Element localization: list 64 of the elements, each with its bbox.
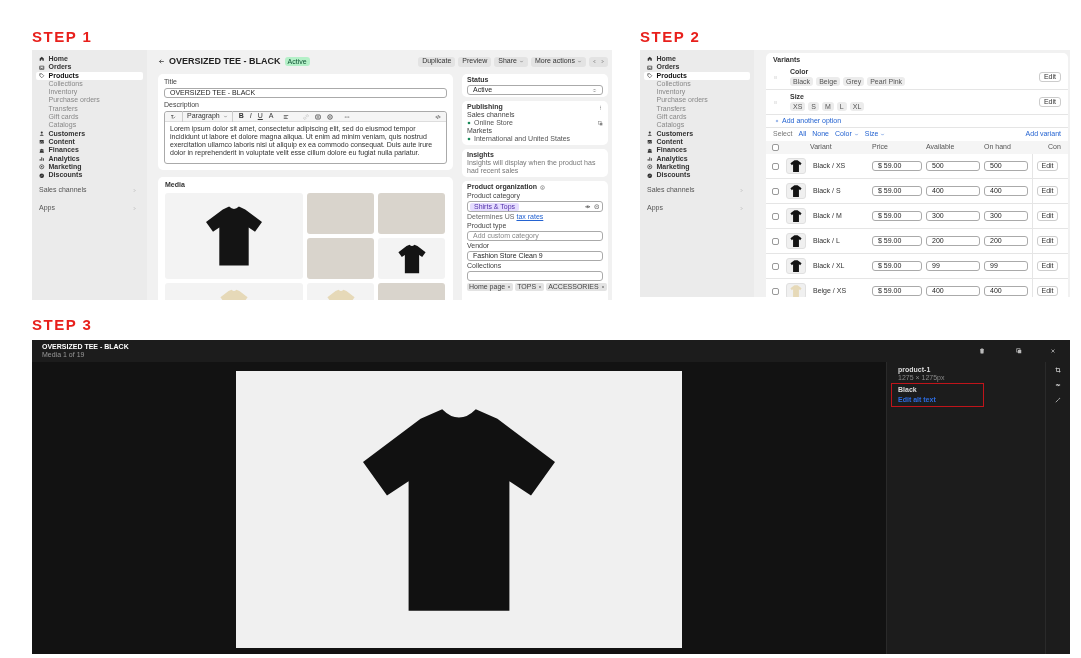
close-icon[interactable] [1050, 348, 1056, 354]
checkbox[interactable] [772, 144, 779, 151]
eye-icon[interactable] [585, 203, 591, 210]
status-dot-icon [467, 137, 471, 141]
step-heading: STEP 1 [32, 27, 93, 47]
code-icon[interactable] [435, 113, 441, 120]
checkbox[interactable] [772, 262, 779, 270]
badge-icon [647, 172, 653, 179]
chevron-down-icon [222, 114, 228, 119]
magic-wand-icon[interactable] [1055, 397, 1061, 403]
description-editor[interactable] [164, 111, 447, 164]
person-icon [647, 131, 653, 137]
text-style-icon[interactable] [170, 113, 176, 120]
checkbox[interactable] [772, 162, 779, 170]
video-icon[interactable] [327, 113, 334, 120]
house-icon [647, 56, 653, 62]
checkbox[interactable] [772, 237, 779, 245]
target-icon [39, 164, 45, 170]
info-icon[interactable] [540, 184, 545, 190]
crop-icon[interactable] [1055, 367, 1061, 373]
chevron-left-icon [592, 59, 597, 64]
step-heading: STEP 3 [32, 315, 93, 335]
checkbox[interactable] [772, 187, 779, 195]
checkbox[interactable] [772, 212, 779, 220]
chevron-down-icon [880, 132, 886, 137]
person-icon [39, 131, 45, 137]
bank-icon [39, 147, 45, 154]
align-icon[interactable] [283, 113, 290, 120]
tag-icon [647, 73, 653, 79]
bar-chart-icon [647, 155, 653, 162]
media-tile[interactable] [165, 193, 303, 279]
step-heading: STEP 2 [640, 27, 701, 47]
tag-icon [39, 73, 45, 79]
chevron-right-icon [600, 59, 605, 64]
hidden-eye-icon[interactable] [1055, 382, 1061, 388]
checkbox[interactable] [772, 287, 779, 295]
image-icon [647, 139, 653, 145]
status-dot-icon [467, 121, 471, 125]
chevron-right-icon [739, 205, 744, 211]
image-icon[interactable] [315, 113, 322, 120]
page-title: OVERSIZED TEE - BLACK [169, 54, 281, 68]
target-icon [647, 164, 653, 170]
badge-icon [39, 172, 45, 179]
tray-icon [39, 64, 45, 71]
plus-icon [775, 119, 779, 123]
select-arrows-icon [592, 87, 597, 93]
chevron-right-icon [739, 188, 744, 194]
trash-icon[interactable] [979, 348, 985, 354]
bank-icon [647, 147, 653, 154]
chevron-right-icon [132, 188, 137, 194]
image-icon [39, 139, 45, 145]
media-tile[interactable] [378, 238, 445, 279]
bar-chart-icon [39, 155, 45, 162]
chevron-right-icon [132, 205, 137, 211]
back-arrow-icon[interactable] [158, 58, 165, 65]
collections-field[interactable] [467, 271, 603, 281]
copy-icon[interactable] [1016, 348, 1022, 354]
house-icon [39, 56, 45, 62]
chevron-down-icon [518, 59, 524, 64]
tray-icon [647, 64, 653, 71]
clear-icon[interactable] [593, 203, 599, 210]
chevron-down-icon [577, 59, 582, 64]
chevron-down-icon [853, 132, 859, 137]
pager-button[interactable] [589, 56, 608, 67]
